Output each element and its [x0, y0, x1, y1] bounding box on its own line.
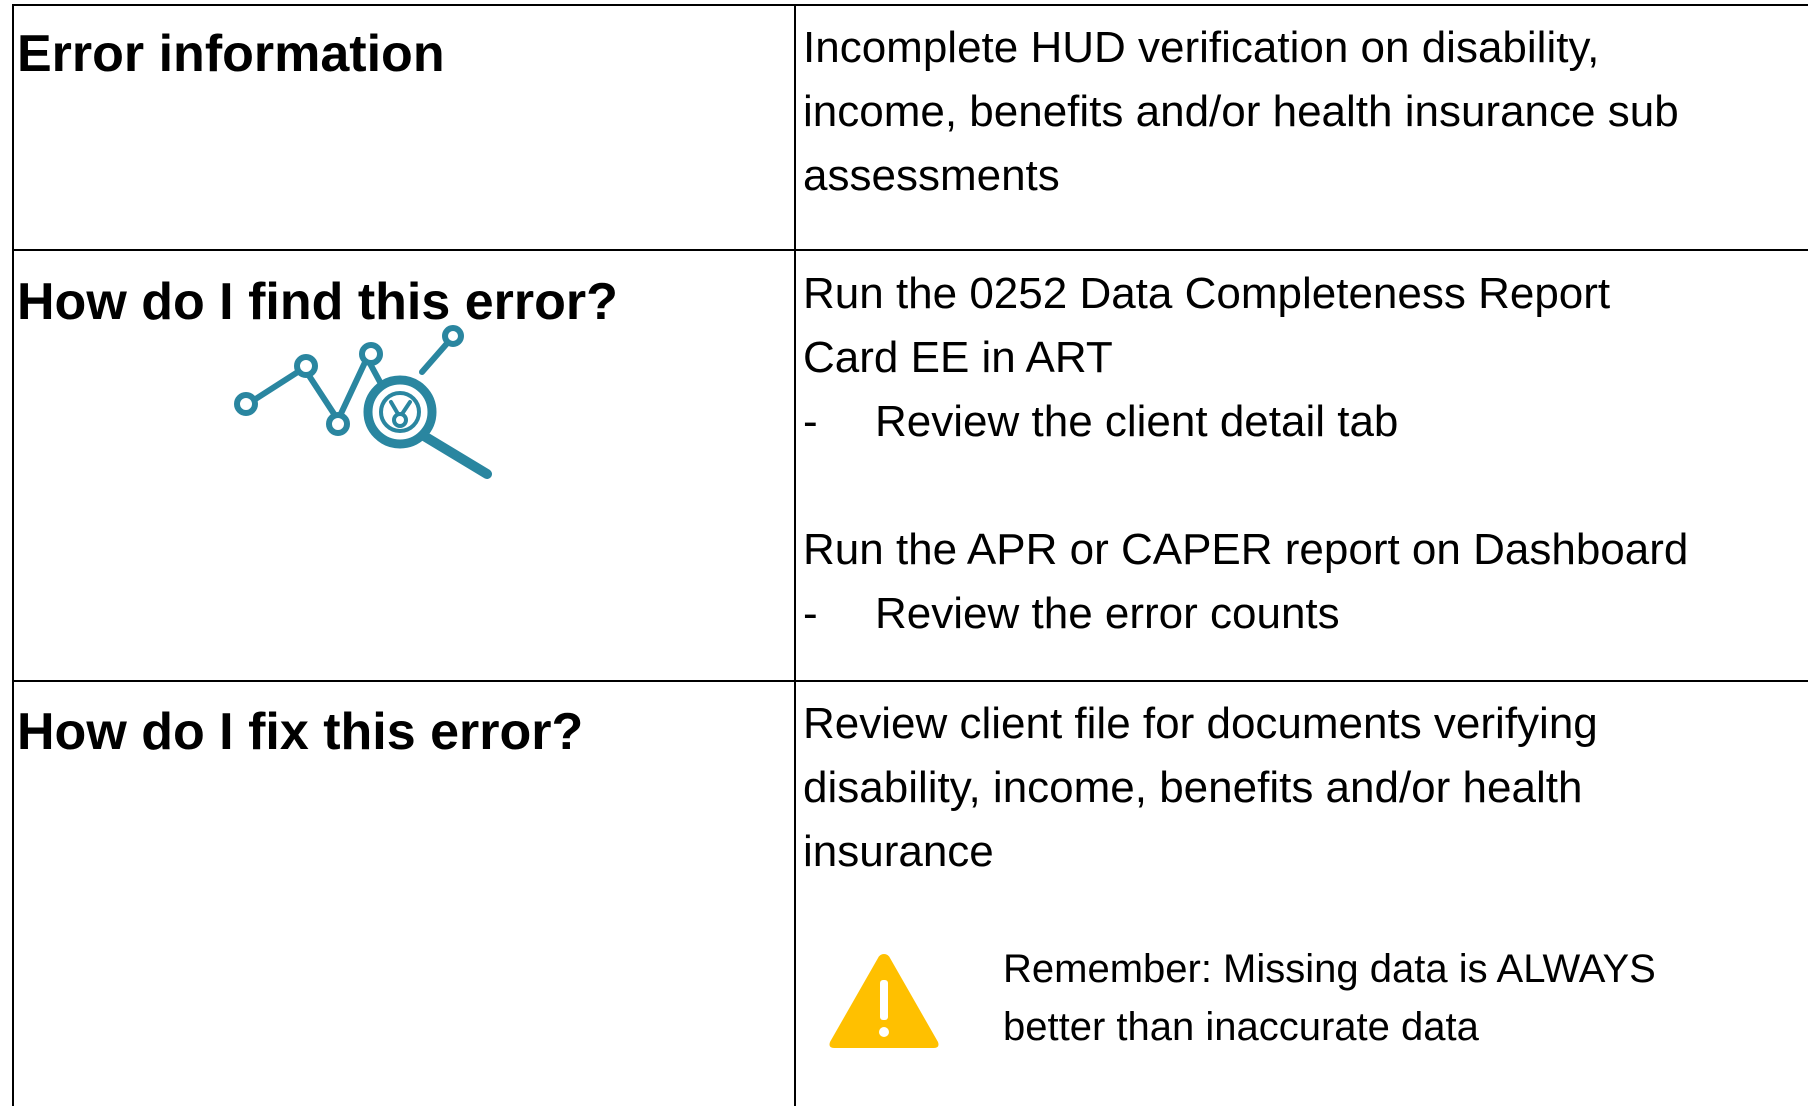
label-fix-error: How do I fix this error?: [17, 703, 584, 761]
content-line: Run the 0252 Data Completeness Report: [803, 269, 1611, 318]
content-line: income, benefits and/or health insurance…: [803, 87, 1679, 136]
reminder-line: better than inaccurate data: [1003, 1005, 1479, 1049]
bullet-text: Review the error counts: [875, 589, 1340, 638]
column-divider: [794, 6, 796, 1106]
content-line: assessments: [803, 151, 1060, 200]
content-line: Card EE in ART: [803, 333, 1113, 382]
bullet-dash: -: [803, 397, 818, 446]
content-fix-error: Review client file for documents verifyi…: [803, 692, 1598, 884]
content-line: disability, income, benefits and/or heal…: [803, 763, 1583, 812]
bullet-item: - Review the client detail tab: [803, 390, 1688, 454]
reminder-line: Remember: Missing data is ALWAYS: [1003, 947, 1656, 991]
bullet-text: Review the client detail tab: [875, 397, 1399, 446]
content-error-information: Incomplete HUD verification on disabilit…: [803, 16, 1679, 208]
content-line: Review client file for documents verifyi…: [803, 699, 1598, 748]
analytics-search-icon: [234, 325, 492, 479]
content-line: Run the APR or CAPER report on Dashboard: [803, 525, 1689, 574]
warning-icon: [829, 954, 939, 1048]
content-line: Incomplete HUD verification on disabilit…: [803, 23, 1600, 72]
bullet-dash: -: [803, 589, 818, 638]
content-find-error: Run the 0252 Data Completeness Report Ca…: [803, 262, 1688, 646]
label-error-information: Error information: [17, 25, 445, 83]
content-line: insurance: [803, 827, 994, 876]
reminder-note: Remember: Missing data is ALWAYS better …: [1003, 940, 1656, 1056]
bullet-item: - Review the error counts: [803, 582, 1688, 646]
